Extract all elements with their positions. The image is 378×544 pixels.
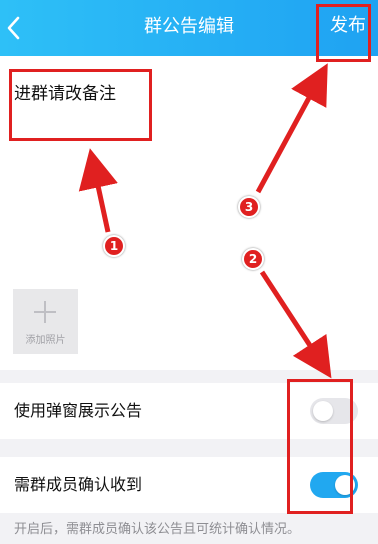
announcement-editor[interactable]: 进群请改备注 添加照片 bbox=[0, 56, 378, 370]
step-marker-1: 1 bbox=[103, 235, 125, 257]
toggle-knob bbox=[313, 401, 333, 421]
confirm-setting-label: 需群成员确认收到 bbox=[14, 475, 143, 494]
step-marker-3: 3 bbox=[238, 196, 260, 218]
page-title: 群公告编辑 bbox=[144, 16, 234, 37]
announcement-text[interactable]: 进群请改备注 bbox=[14, 82, 116, 106]
step-marker-2: 2 bbox=[242, 248, 264, 270]
add-photo-button[interactable]: 添加照片 bbox=[13, 289, 78, 354]
confirm-toggle[interactable] bbox=[310, 472, 358, 498]
back-button[interactable] bbox=[2, 12, 30, 44]
popup-setting-row: 使用弹窗展示公告 bbox=[0, 383, 378, 439]
plus-icon bbox=[34, 301, 56, 323]
footnote-text: 开启后，需群成员确认该公告且可统计确认情况。 bbox=[14, 522, 301, 537]
confirm-setting-row: 需群成员确认收到 bbox=[0, 457, 378, 513]
popup-toggle[interactable] bbox=[310, 398, 358, 424]
popup-setting-label: 使用弹窗展示公告 bbox=[14, 401, 143, 420]
title-bar: 群公告编辑 发布 bbox=[0, 0, 378, 56]
toggle-knob bbox=[335, 475, 355, 495]
publish-button[interactable]: 发布 bbox=[330, 12, 366, 40]
chevron-left-icon bbox=[7, 16, 20, 40]
add-photo-label: 添加照片 bbox=[25, 335, 66, 346]
